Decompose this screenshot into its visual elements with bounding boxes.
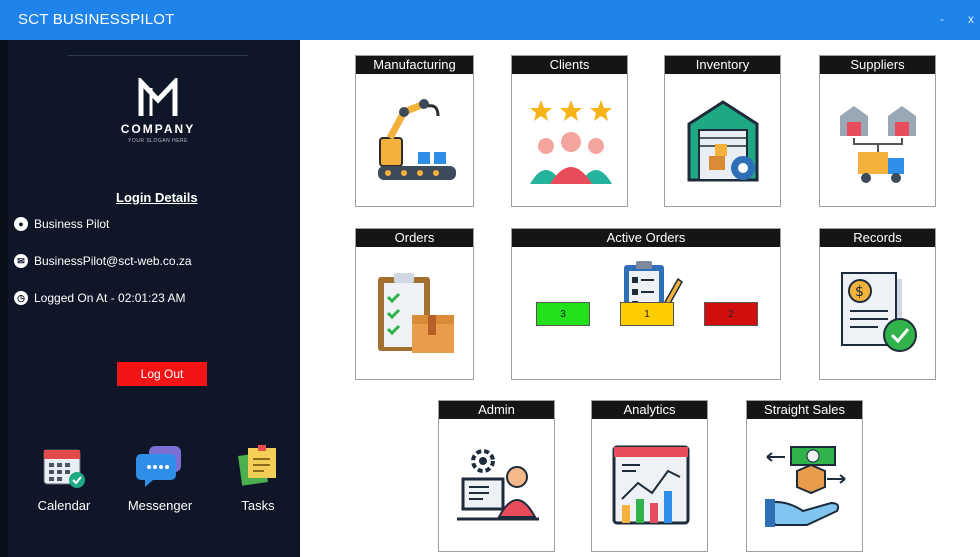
- suppliers-title: Suppliers: [820, 56, 935, 74]
- financial-records-icon: $: [841, 272, 917, 352]
- window-title: SCT BUSINESSPILOT: [18, 11, 175, 28]
- customers-icon: [530, 100, 612, 184]
- sidebar: COMPANY YOUR SLOGAN HERE Login Details ●…: [0, 40, 300, 557]
- warehouse-icon: [687, 100, 759, 182]
- records-tile[interactable]: Records $: [819, 228, 936, 380]
- title-bar: SCT BUSINESSPILOT - x: [0, 0, 980, 40]
- messenger-app[interactable]: Messenger: [120, 442, 200, 513]
- logout-button[interactable]: Log Out: [117, 362, 207, 386]
- analytics-tile[interactable]: Analytics: [591, 400, 708, 552]
- active-orders-yellow-counter[interactable]: 1: [620, 302, 674, 326]
- company-logo: COMPANY YOUR SLOGAN HERE: [108, 78, 208, 144]
- sales-hand-icon: [765, 446, 846, 527]
- login-time-row: ◷ Logged On At - 02:01:23 AM: [14, 291, 185, 305]
- clock-icon: ◷: [14, 291, 28, 305]
- analytics-chart-icon: [612, 445, 690, 525]
- admin-user-icon: [457, 449, 539, 521]
- analytics-title: Analytics: [592, 401, 707, 419]
- company-logo-mark: [138, 78, 178, 116]
- robot-arm-icon: [378, 99, 456, 180]
- calendar-label: Calendar: [37, 498, 91, 513]
- straight-sales-title: Straight Sales: [747, 401, 862, 419]
- close-button[interactable]: x: [968, 12, 974, 26]
- manufacturing-title: Manufacturing: [356, 56, 473, 74]
- tasks-icon: [238, 445, 276, 486]
- calendar-app[interactable]: Calendar: [24, 442, 104, 513]
- supplier-truck-icon: [840, 106, 916, 183]
- inventory-tile[interactable]: Inventory: [664, 55, 781, 207]
- svg-text:$: $: [855, 284, 864, 300]
- sidebar-divider: [68, 55, 248, 56]
- orders-tile[interactable]: Orders: [355, 228, 474, 380]
- clients-tile[interactable]: Clients: [511, 55, 628, 207]
- app-window: SCT BUSINESSPILOT - x COMPANY YOUR SLOGA…: [0, 0, 980, 557]
- user-icon: ●: [14, 217, 28, 231]
- calendar-icon: [43, 449, 85, 488]
- mail-icon: ✉: [14, 254, 28, 268]
- straight-sales-tile[interactable]: Straight Sales: [746, 400, 863, 552]
- records-title: Records: [820, 229, 935, 247]
- company-name: COMPANY: [120, 122, 196, 136]
- tasks-label: Tasks: [241, 498, 275, 513]
- active-orders-red-counter[interactable]: 2: [704, 302, 758, 326]
- admin-title: Admin: [439, 401, 554, 419]
- active-orders-green-counter[interactable]: 3: [536, 302, 590, 326]
- email-row: ✉ BusinessPilot@sct-web.co.za: [14, 254, 192, 268]
- user-row: ● Business Pilot: [14, 217, 109, 231]
- admin-tile[interactable]: Admin: [438, 400, 555, 552]
- user-email: BusinessPilot@sct-web.co.za: [34, 254, 192, 268]
- active-orders-title: Active Orders: [512, 229, 780, 247]
- login-details-title: Login Details: [116, 190, 198, 205]
- messenger-label: Messenger: [127, 498, 193, 513]
- login-time: Logged On At - 02:01:23 AM: [34, 291, 186, 305]
- tasks-app[interactable]: Tasks: [218, 442, 298, 513]
- user-name: Business Pilot: [34, 217, 110, 231]
- orders-title: Orders: [356, 229, 473, 247]
- suppliers-tile[interactable]: Suppliers: [819, 55, 936, 207]
- clients-title: Clients: [512, 56, 627, 74]
- company-slogan: YOUR SLOGAN HERE: [128, 138, 188, 144]
- order-checklist-icon: [378, 273, 454, 353]
- minimize-button[interactable]: -: [940, 12, 944, 26]
- messenger-icon: [136, 446, 181, 487]
- manufacturing-tile[interactable]: Manufacturing: [355, 55, 474, 207]
- inventory-title: Inventory: [665, 56, 780, 74]
